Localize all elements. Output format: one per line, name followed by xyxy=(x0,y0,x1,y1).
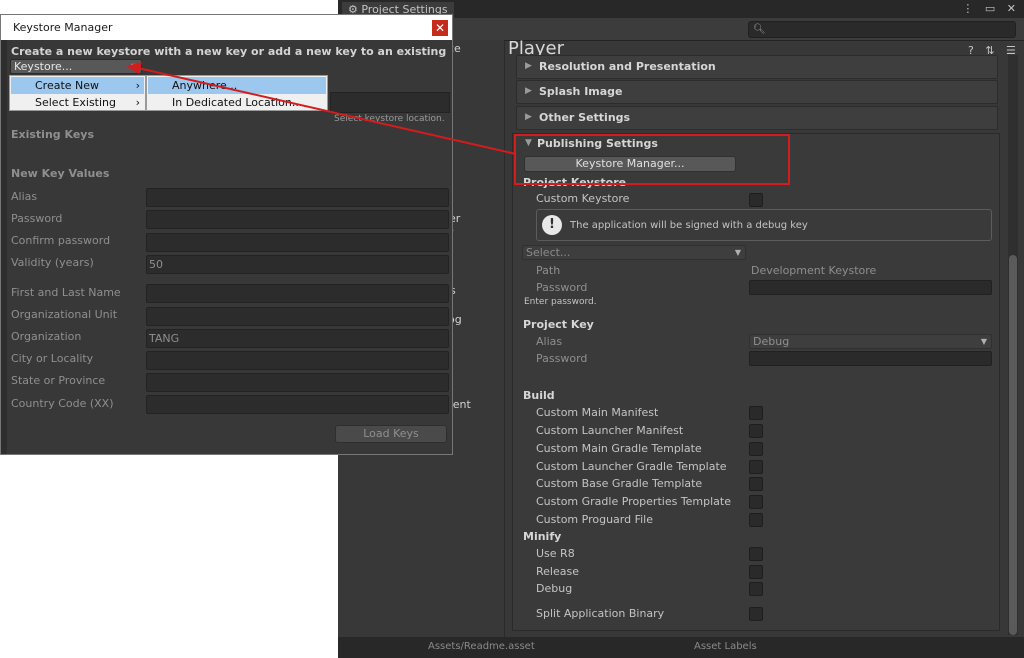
project-key-heading: Project Key xyxy=(523,318,594,331)
create-new-submenu: Anywhere... In Dedicated Location... xyxy=(146,75,328,111)
new-key-heading: New Key Values xyxy=(11,167,110,180)
menu-item-select-existing[interactable]: Select Existing › xyxy=(11,94,144,111)
build-option-label: Custom Launcher Manifest xyxy=(536,424,684,437)
foldout-splash-image[interactable]: ▶ Splash Image xyxy=(516,80,998,104)
build-option-label: Custom Main Manifest xyxy=(536,406,659,419)
enter-password-hint: Enter password. xyxy=(524,297,597,307)
build-option-label: Custom Main Gradle Template xyxy=(536,442,702,455)
field-label: Confirm password xyxy=(11,234,111,247)
build-option-checkbox[interactable] xyxy=(749,424,763,438)
build-option-label: Custom Proguard File xyxy=(536,513,653,526)
build-option-checkbox[interactable] xyxy=(749,406,763,420)
password-input[interactable] xyxy=(146,210,449,229)
build-option-checkbox[interactable] xyxy=(749,477,763,491)
alias-input[interactable] xyxy=(146,188,449,207)
alias-label: Alias xyxy=(536,335,563,348)
dialog-titlebar: Keystore Manager ✕ xyxy=(1,15,452,40)
minify-option-label: Debug xyxy=(536,582,573,595)
info-icon: ! xyxy=(542,215,562,235)
asset-path: Assets/Readme.asset xyxy=(428,641,535,652)
build-option-checkbox[interactable] xyxy=(749,460,763,474)
menu-item-dedicated-location[interactable]: In Dedicated Location... xyxy=(148,94,326,111)
state-input[interactable] xyxy=(146,373,449,392)
minify-option-checkbox[interactable] xyxy=(749,565,763,579)
field-label: Organizational Unit xyxy=(11,308,118,321)
key-password-field[interactable] xyxy=(749,351,992,366)
field-label: Organization xyxy=(11,330,82,343)
org-unit-input[interactable] xyxy=(146,307,449,326)
bottom-bar: Assets/Readme.asset Asset Labels xyxy=(338,637,1024,658)
custom-keystore-checkbox[interactable] xyxy=(749,193,763,207)
field-label: City or Locality xyxy=(11,352,94,365)
chevron-down-icon: ▼ xyxy=(734,248,741,257)
custom-keystore-label: Custom Keystore xyxy=(536,192,630,205)
keystore-password-label: Password xyxy=(536,281,588,294)
triangle-right-icon: ▶ xyxy=(525,61,532,71)
minify-option-checkbox[interactable] xyxy=(749,547,763,561)
keystore-location-hint: Select keystore location. xyxy=(334,114,445,124)
search-icon: 🔍︎ xyxy=(753,24,766,35)
build-option-label: Custom Launcher Gradle Template xyxy=(536,460,727,473)
path-label: Path xyxy=(536,264,561,277)
dialog-edge xyxy=(1,40,7,454)
highlight-box xyxy=(514,134,790,185)
country-code-input[interactable] xyxy=(146,395,449,414)
minify-option-label: Release xyxy=(536,565,579,578)
window-controls[interactable]: ⋮ ▭ ✕ xyxy=(962,2,1020,15)
minify-heading: Minify xyxy=(523,530,562,543)
keystore-dropdown[interactable]: Keystore... ▼ xyxy=(10,59,142,74)
minify-option-label: Use R8 xyxy=(536,547,575,560)
minify-option-checkbox[interactable] xyxy=(749,582,763,596)
build-heading: Build xyxy=(523,389,555,402)
chevron-down-icon: ▼ xyxy=(130,62,137,71)
key-password-label: Password xyxy=(536,352,588,365)
foldout-other-settings[interactable]: ▶ Other Settings xyxy=(516,106,998,130)
field-label: Password xyxy=(11,212,63,225)
validity-input[interactable]: 50 xyxy=(146,255,449,274)
keystore-select-dropdown[interactable]: Select... ▼ xyxy=(522,245,746,260)
close-icon[interactable]: ✕ xyxy=(432,20,448,36)
scrollbar[interactable] xyxy=(1008,55,1018,635)
keystore-context-menu: Create New › Select Existing › xyxy=(9,75,146,111)
search-input[interactable]: 🔍︎ xyxy=(748,21,1016,38)
build-option-checkbox[interactable] xyxy=(749,495,763,509)
organization-input[interactable]: TANG xyxy=(146,329,449,348)
scrollbar-thumb[interactable] xyxy=(1009,255,1017,635)
existing-keys-heading: Existing Keys xyxy=(11,128,94,141)
dialog-title: Keystore Manager xyxy=(13,21,113,34)
field-label: Country Code (XX) xyxy=(11,397,114,410)
city-input[interactable] xyxy=(146,351,449,370)
alias-dropdown[interactable]: Debug ▼ xyxy=(749,334,992,349)
build-option-checkbox[interactable] xyxy=(749,513,763,527)
foldout-resolution[interactable]: ▶ Resolution and Presentation xyxy=(516,55,998,79)
field-label: State or Province xyxy=(11,374,106,387)
load-keys-button[interactable]: Load Keys xyxy=(335,425,447,443)
field-label: First and Last Name xyxy=(11,286,121,299)
chevron-right-icon: › xyxy=(135,79,140,92)
keystore-password-field[interactable] xyxy=(749,280,992,295)
menu-item-create-new[interactable]: Create New › xyxy=(11,77,144,94)
build-option-checkbox[interactable] xyxy=(749,442,763,456)
build-option-label: Custom Base Gradle Template xyxy=(536,477,703,490)
keystore-location-field[interactable] xyxy=(330,92,450,113)
build-option-label: Custom Gradle Properties Template xyxy=(536,495,732,508)
triangle-right-icon: ▶ xyxy=(525,112,532,122)
asset-labels: Asset Labels xyxy=(694,641,757,652)
path-value: Development Keystore xyxy=(751,264,877,277)
split-binary-checkbox[interactable] xyxy=(749,607,763,621)
triangle-right-icon: ▶ xyxy=(525,86,532,96)
chevron-down-icon: ▼ xyxy=(980,337,987,346)
field-label: Alias xyxy=(11,190,38,203)
info-box: ! The application will be signed with a … xyxy=(536,209,992,241)
confirm-password-input[interactable] xyxy=(146,233,449,252)
menu-item-anywhere[interactable]: Anywhere... xyxy=(148,77,326,94)
name-input[interactable] xyxy=(146,284,449,303)
field-label: Validity (years) xyxy=(11,256,94,269)
chevron-right-icon: › xyxy=(135,96,140,109)
split-binary-label: Split Application Binary xyxy=(536,607,665,620)
